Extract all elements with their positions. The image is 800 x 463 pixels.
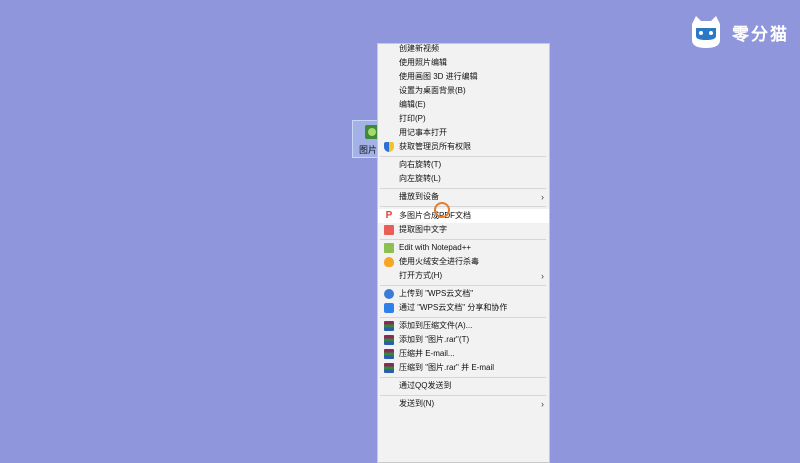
cloud-upload-icon [384, 289, 394, 299]
menu-separator [380, 188, 546, 189]
flame-icon [384, 257, 394, 267]
shield-icon [384, 142, 394, 152]
brand-name: 零分猫 [732, 24, 789, 44]
menu-separator [380, 377, 546, 378]
menu-item-compress-rar-email[interactable]: 压缩到 "图片.rar" 并 E-mail [378, 361, 549, 375]
menu-separator [380, 206, 546, 207]
winrar-icon [384, 349, 394, 359]
menu-item-upload-wps[interactable]: 上传到 "WPS云文档" [378, 287, 549, 301]
menu-item-huorong-scan[interactable]: 使用火绒安全进行杀毒 [378, 255, 549, 269]
winrar-icon [384, 321, 394, 331]
menu-item-take-ownership[interactable]: 获取管理员所有权限 [378, 140, 549, 154]
chevron-right-icon: › [541, 192, 544, 202]
menu-separator [380, 285, 546, 286]
menu-item-extract-text[interactable]: 提取图中文字 [378, 223, 549, 237]
menu-item-compress-email[interactable]: 压缩并 E-mail... [378, 347, 549, 361]
menu-item-edit-with-photos[interactable]: 使用照片编辑 [378, 56, 549, 70]
menu-item-set-background[interactable]: 设置为桌面背景(B) [378, 84, 549, 98]
menu-item-create-video[interactable]: 创建新视频 [378, 44, 549, 56]
cat-logo-icon [688, 14, 724, 50]
brand-logo: 零分猫 [688, 14, 789, 50]
winrar-icon [384, 363, 394, 373]
menu-item-share-wps[interactable]: 通过 "WPS云文档" 分享和协作 [378, 301, 549, 315]
menu-item-notepad-plus[interactable]: Edit with Notepad++ [378, 241, 549, 255]
menu-separator [380, 156, 546, 157]
chevron-right-icon: › [541, 271, 544, 281]
notepad-plus-icon [384, 243, 394, 253]
share-icon [384, 303, 394, 313]
menu-separator [380, 239, 546, 240]
menu-item-rotate-left[interactable]: 向左旋转(L) [378, 172, 549, 186]
menu-separator [380, 317, 546, 318]
menu-item-add-to-rar[interactable]: 添加到 "图片.rar"(T) [378, 333, 549, 347]
context-menu: 创建新视频 使用照片编辑 使用画图 3D 进行编辑 设置为桌面背景(B) 编辑(… [377, 43, 550, 463]
menu-item-send-to[interactable]: 发送到(N) › [378, 397, 549, 411]
chevron-right-icon: › [541, 399, 544, 409]
menu-item-merge-to-pdf[interactable]: P 多图片合成PDF文档 [378, 209, 549, 223]
menu-item-print[interactable]: 打印(P) [378, 112, 549, 126]
menu-item-send-via-qq[interactable]: 通过QQ发送到 [378, 379, 549, 393]
menu-item-cast-to-device[interactable]: 播放到设备 › [378, 190, 549, 204]
winrar-icon [384, 335, 394, 345]
menu-item-open-notepad[interactable]: 用记事本打开 [378, 126, 549, 140]
menu-item-edit[interactable]: 编辑(E) [378, 98, 549, 112]
click-indicator-icon [434, 202, 450, 218]
menu-item-rotate-right[interactable]: 向右旋转(T) [378, 158, 549, 172]
pdf-icon: P [384, 210, 394, 221]
menu-item-edit-with-paint3d[interactable]: 使用画图 3D 进行编辑 [378, 70, 549, 84]
desktop-file-label: 图片 [359, 145, 378, 155]
menu-item-add-to-archive[interactable]: 添加到压缩文件(A)... [378, 319, 549, 333]
ocr-icon [384, 225, 394, 235]
menu-separator [380, 395, 546, 396]
menu-item-open-with[interactable]: 打开方式(H) › [378, 269, 549, 283]
